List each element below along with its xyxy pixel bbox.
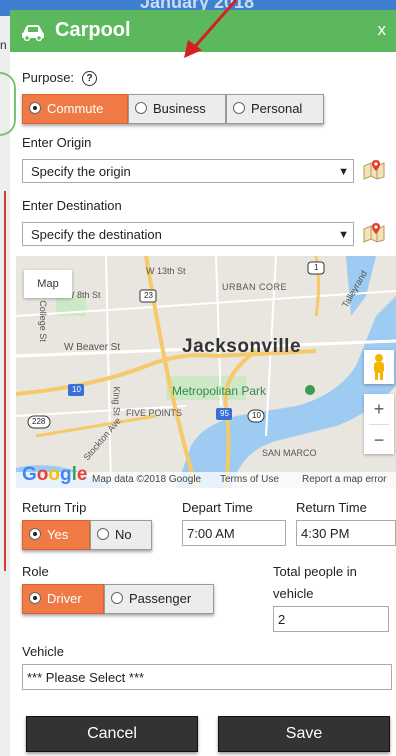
return-trip-label: Return Trip xyxy=(22,500,87,515)
zoom-in-button[interactable]: + xyxy=(364,394,394,424)
map-picker-icon[interactable] xyxy=(362,221,386,243)
map-shield-label: 1 xyxy=(314,263,319,272)
map-street-label: King St xyxy=(111,386,122,416)
destination-select[interactable]: Specify the destination ▼ xyxy=(22,222,354,246)
return-trip-option-no[interactable]: No xyxy=(90,520,152,550)
background-left-text: n xyxy=(0,38,7,52)
annotation-arrow-icon xyxy=(184,0,238,58)
vehicle-select[interactable]: *** Please Select *** xyxy=(22,664,392,690)
origin-select[interactable]: Specify the origin ▼ xyxy=(22,159,354,183)
map-park-label: Metropolitan Park xyxy=(172,384,267,398)
return-trip-segmented-control: Yes No xyxy=(22,520,152,550)
map-type-button[interactable]: Map xyxy=(24,270,72,298)
purpose-option-label: Commute xyxy=(47,101,104,116)
radio-icon xyxy=(29,592,41,604)
purpose-option-personal[interactable]: Personal xyxy=(226,94,324,124)
total-people-label-line2: vehicle xyxy=(273,586,314,601)
total-people-label-line1: Total people in xyxy=(273,564,357,579)
map-street-label: W 13th St xyxy=(146,266,186,276)
role-segmented-control: Driver Passenger xyxy=(22,584,214,614)
purpose-label-text: Purpose: xyxy=(22,70,75,85)
map-shield-label: 95 xyxy=(220,409,229,418)
map-district-label: URBAN CORE xyxy=(222,282,288,292)
role-option-label: Passenger xyxy=(129,591,192,606)
radio-icon xyxy=(111,592,123,604)
car-icon xyxy=(22,25,44,41)
help-icon[interactable]: ? xyxy=(82,71,98,87)
map-shield-label: 23 xyxy=(144,291,153,300)
return-trip-option-label: No xyxy=(115,527,132,542)
map-city-label: Jacksonville xyxy=(182,336,302,357)
map-zoom-control: + − xyxy=(364,394,394,454)
role-option-passenger[interactable]: Passenger xyxy=(104,584,214,614)
dropdown-arrow-icon: ▼ xyxy=(338,229,349,241)
return-time-label: Return Time xyxy=(296,500,367,515)
destination-select-value: Specify the destination xyxy=(31,227,162,242)
map-terms-link[interactable]: Terms of Use xyxy=(220,474,279,485)
save-button[interactable]: Save xyxy=(218,716,390,752)
map-shield-label: 10 xyxy=(252,411,261,420)
radio-icon xyxy=(29,102,41,114)
cancel-button[interactable]: Cancel xyxy=(26,716,198,752)
purpose-segmented-control: Commute Business Personal xyxy=(22,94,324,124)
map-district-label: FIVE POINTS xyxy=(126,408,183,418)
depart-time-input[interactable]: 7:00 AM xyxy=(182,520,286,546)
purpose-option-business[interactable]: Business xyxy=(128,94,226,124)
zoom-out-button[interactable]: − xyxy=(364,425,394,455)
return-time-input[interactable]: 4:30 PM xyxy=(296,520,396,546)
map-street-label: College St xyxy=(37,300,48,342)
map-shield-label: 10 xyxy=(72,385,81,394)
role-option-driver[interactable]: Driver xyxy=(22,584,104,614)
radio-icon xyxy=(29,528,41,540)
background-red-border xyxy=(4,191,6,571)
map-report-link[interactable]: Report a map error xyxy=(302,474,386,485)
map-district-label: SAN MARCO xyxy=(262,448,317,458)
radio-icon xyxy=(233,102,245,114)
origin-label: Enter Origin xyxy=(22,135,92,150)
map-picker-icon[interactable] xyxy=(362,158,386,180)
purpose-option-commute[interactable]: Commute xyxy=(22,94,128,124)
street-view-pegman-icon[interactable] xyxy=(364,350,394,384)
google-logo: Google xyxy=(22,464,88,485)
destination-label: Enter Destination xyxy=(22,198,122,213)
radio-icon xyxy=(135,102,147,114)
map-street-label: W Beaver St xyxy=(64,342,121,353)
return-trip-option-label: Yes xyxy=(47,527,69,542)
purpose-label: Purpose:? xyxy=(22,70,98,87)
depart-time-label: Depart Time xyxy=(182,500,253,515)
purpose-option-label: Personal xyxy=(251,101,303,116)
radio-icon xyxy=(97,528,109,540)
role-label: Role xyxy=(22,564,49,579)
close-button[interactable]: x xyxy=(378,20,387,40)
background-green-outline xyxy=(0,72,16,136)
total-people-input[interactable]: 2 xyxy=(273,606,389,632)
return-trip-option-yes[interactable]: Yes xyxy=(22,520,90,550)
dialog-title: Carpool xyxy=(55,19,131,41)
vehicle-label: Vehicle xyxy=(22,644,64,659)
origin-select-value: Specify the origin xyxy=(31,164,131,179)
map-data-attribution: Map data ©2018 Google xyxy=(92,474,202,485)
map-shield-label: 228 xyxy=(32,417,46,426)
dropdown-arrow-icon: ▼ xyxy=(338,166,349,178)
route-map[interactable]: W 13th St URBAN CORE W Beaver St FIVE PO… xyxy=(16,256,396,488)
purpose-option-label: Business xyxy=(153,101,206,116)
role-option-label: Driver xyxy=(47,591,82,606)
